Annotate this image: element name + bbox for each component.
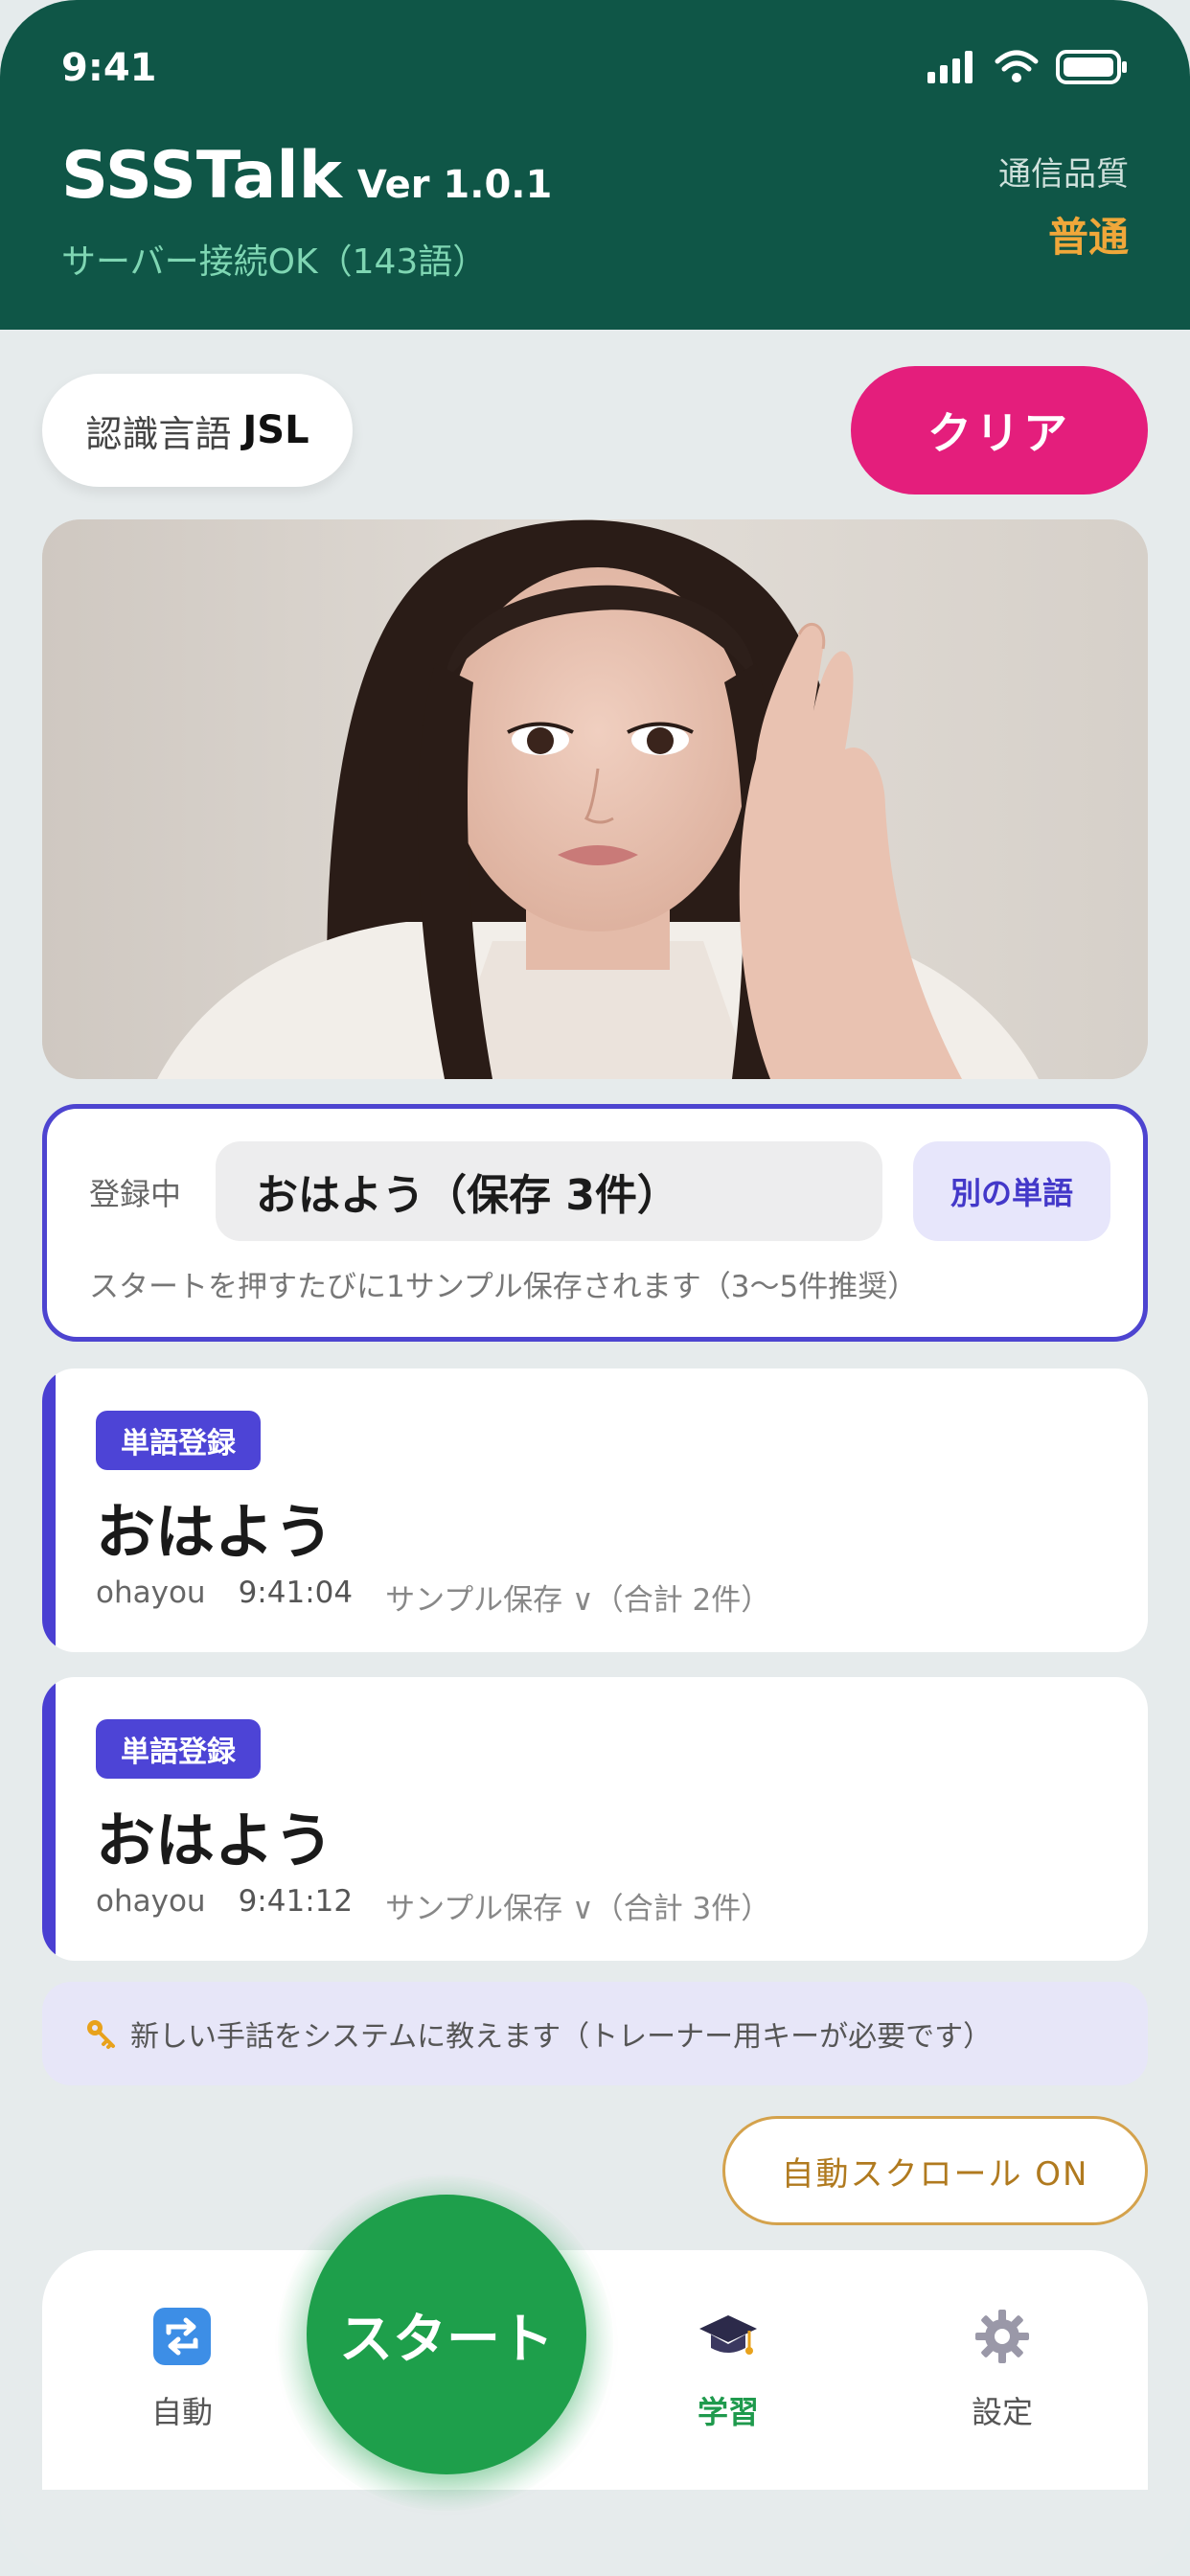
nav-item-learning[interactable]: 学習 [642,2306,814,2432]
signal-icon [927,51,973,83]
trainer-notice: 新しい手話をシステムに教えます（トレーナー用キーが必要です） [42,1982,1148,2085]
list-item: 単語登録 おはよう ohayou 9:41:12 サンプル保存 ∨（合計 3件） [42,1677,1148,1961]
app-title: SSSTalk Ver 1.0.1 [61,138,552,214]
registering-label: 登録中 [89,1176,182,1212]
quality-label: 通信品質 [998,155,1129,194]
registering-word-field: おはよう（保存 3件） [216,1141,882,1241]
other-word-button[interactable]: 別の単語 [913,1141,1110,1241]
battery-icon [1056,50,1127,84]
registering-hint: スタートを押すたびに1サンプル保存されます（3〜5件推奨） [89,1270,918,1304]
recognition-language-selector[interactable]: 認識言語 JSL [42,374,353,487]
entry-word: おはよう [96,1497,334,1567]
trainer-notice-text: 新しい手話をシステムに教えます（トレーナー用キーが必要です） [130,2020,993,2054]
key-icon [87,2020,115,2049]
entry-meta: ohayou 9:41:04 サンプル保存 ∨（合計 2件） [96,1576,770,1619]
server-status: サーバー接続OK（143語） [61,242,488,282]
phone-screen: 9:41 SSSTalk Ver 1.0.1 サーバー接続OK（143語） 通信… [0,0,1190,2576]
entry-status: サンプル保存 ∨（合計 2件） [385,1583,771,1618]
entry-romaji: ohayou [96,1576,206,1610]
recognition-language-label: 認識言語 [85,412,232,455]
app-name: SSSTalk [61,138,342,214]
entry-time: 9:41:12 [238,1884,354,1919]
entry-word: おはよう [96,1806,334,1875]
nav-label-settings: 設定 [971,2394,1033,2430]
status-time: 9:41 [61,46,157,90]
entry-meta: ohayou 9:41:12 サンプル保存 ∨（合計 3件） [96,1884,770,1927]
word-registration-badge: 単語登録 [96,1719,261,1779]
auto-scroll-toggle[interactable]: 自動スクロール ON [722,2116,1148,2225]
recognition-language-value: JSL [242,408,309,452]
clear-button[interactable]: クリア [851,366,1148,494]
graduation-cap-icon [699,2315,757,2355]
list-item: 単語登録 おはよう ohayou 9:41:04 サンプル保存 ∨（合計 2件） [42,1368,1148,1652]
repeat-icon [153,2308,211,2365]
app-version: Ver 1.0.1 [356,163,553,207]
nav-label-learning: 学習 [697,2394,759,2430]
camera-feed-image [42,519,1148,1079]
registering-card: 登録中 おはよう（保存 3件） 別の単語 スタートを押すたびに1サンプル保存され… [42,1104,1148,1342]
entry-status: サンプル保存 ∨（合計 3件） [385,1892,771,1926]
nav-item-settings[interactable]: 設定 [916,2306,1088,2432]
status-icons [927,50,1129,84]
start-button[interactable]: スタート [307,2195,586,2474]
entry-romaji: ohayou [96,1884,206,1919]
nav-item-auto[interactable]: 自動 [96,2306,268,2432]
gear-icon [975,2310,1029,2363]
word-registration-badge: 単語登録 [96,1411,261,1470]
quality-value: 普通 [1047,214,1129,261]
camera-preview [42,519,1148,1079]
nav-label-auto: 自動 [150,2394,213,2430]
app-header: 9:41 SSSTalk Ver 1.0.1 サーバー接続OK（143語） 通信… [0,0,1190,330]
entry-time: 9:41:04 [238,1576,354,1610]
wifi-icon [995,50,1039,82]
